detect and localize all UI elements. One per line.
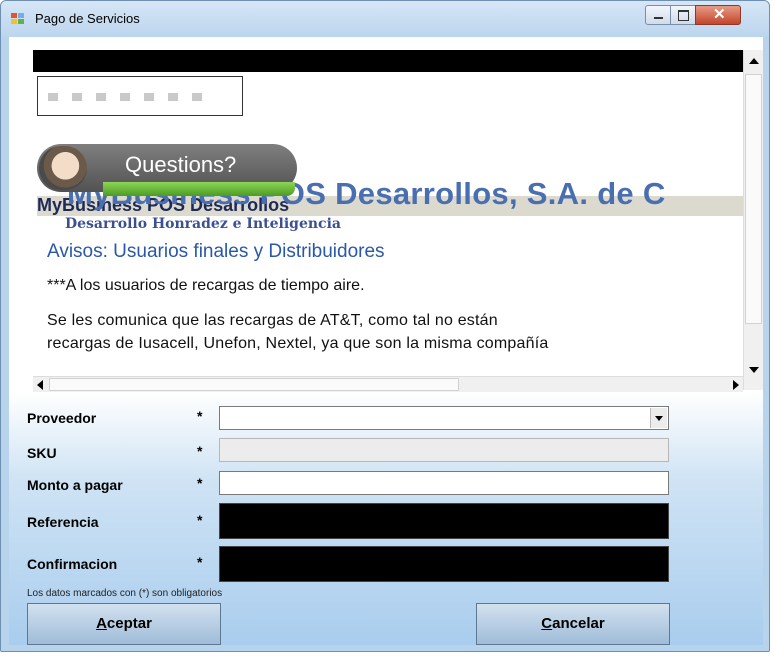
questions-label[interactable]: Questions? bbox=[125, 152, 236, 178]
close-button[interactable]: ✕ bbox=[695, 5, 741, 25]
referencia-required-mark: * bbox=[197, 512, 203, 528]
support-agent-avatar bbox=[39, 146, 87, 190]
notice-text-line-1: Se les comunica que las recargas de AT&T… bbox=[47, 312, 498, 329]
sku-label: SKU bbox=[27, 445, 57, 461]
proveedor-required-mark: * bbox=[197, 408, 203, 424]
browser-header-bar bbox=[33, 50, 743, 72]
app-icon bbox=[11, 13, 25, 25]
confirmacion-required-mark: * bbox=[197, 554, 203, 570]
required-fields-note: Los datos marcados con (*) son obligator… bbox=[27, 588, 223, 599]
accept-label: ceptar bbox=[106, 615, 152, 632]
referencia-label: Referencia bbox=[27, 514, 99, 530]
proveedor-select[interactable] bbox=[219, 406, 669, 430]
monto-required-mark: * bbox=[197, 475, 203, 491]
close-icon: ✕ bbox=[713, 6, 726, 23]
scroll-left-icon[interactable] bbox=[37, 380, 43, 390]
maximize-icon bbox=[678, 10, 689, 21]
sku-required-mark: * bbox=[197, 443, 203, 459]
news-browser[interactable]: MyBusiness POS Desarrollos MyBusiness PO… bbox=[33, 50, 743, 388]
minimize-button[interactable] bbox=[645, 5, 671, 25]
dropdown-arrow-icon[interactable] bbox=[650, 408, 667, 428]
notice-text-line-2: recargas de Iusacell, Unefon, Nextel, ya… bbox=[47, 335, 549, 352]
horizontal-scroll-thumb[interactable] bbox=[49, 378, 459, 391]
sku-field bbox=[219, 438, 669, 462]
cancel-button[interactable]: Cancelar bbox=[476, 603, 670, 645]
maximize-button[interactable] bbox=[670, 5, 696, 25]
monto-input[interactable] bbox=[219, 471, 669, 495]
horizontal-scrollbar[interactable] bbox=[33, 376, 743, 392]
app-window: Pago de Servicios ✕ MyBusiness POS Desar… bbox=[0, 0, 770, 652]
vertical-scroll-thumb[interactable] bbox=[745, 74, 762, 324]
cancel-mnemonic: C bbox=[541, 615, 553, 632]
accept-mnemonic: A bbox=[96, 615, 107, 632]
notice-title: ***A los usuarios de recargas de tiempo … bbox=[47, 277, 365, 294]
minimize-icon bbox=[654, 17, 663, 19]
questions-badge-stripe bbox=[103, 182, 295, 196]
client-area: MyBusiness POS Desarrollos MyBusiness PO… bbox=[9, 37, 763, 645]
company-motto: Desarrollo Honradez e Inteligencia bbox=[65, 216, 341, 232]
window-title: Pago de Servicios bbox=[35, 11, 140, 26]
scroll-down-icon[interactable] bbox=[749, 367, 759, 373]
loading-placeholder bbox=[37, 76, 243, 116]
title-bar[interactable]: Pago de Servicios ✕ bbox=[1, 1, 769, 37]
referencia-input[interactable] bbox=[219, 503, 669, 539]
scroll-right-icon[interactable] bbox=[733, 380, 739, 390]
confirmacion-input[interactable] bbox=[219, 546, 669, 582]
accept-button[interactable]: Aceptar bbox=[27, 603, 221, 645]
proveedor-label: Proveedor bbox=[27, 410, 97, 426]
confirmacion-label: Confirmacion bbox=[27, 556, 118, 572]
cancel-label: ancelar bbox=[552, 615, 605, 632]
notices-heading: Avisos: Usuarios finales y Distribuidore… bbox=[47, 241, 385, 262]
scroll-up-icon[interactable] bbox=[749, 58, 759, 64]
monto-label: Monto a pagar bbox=[27, 477, 123, 493]
vertical-scrollbar[interactable] bbox=[743, 50, 763, 390]
